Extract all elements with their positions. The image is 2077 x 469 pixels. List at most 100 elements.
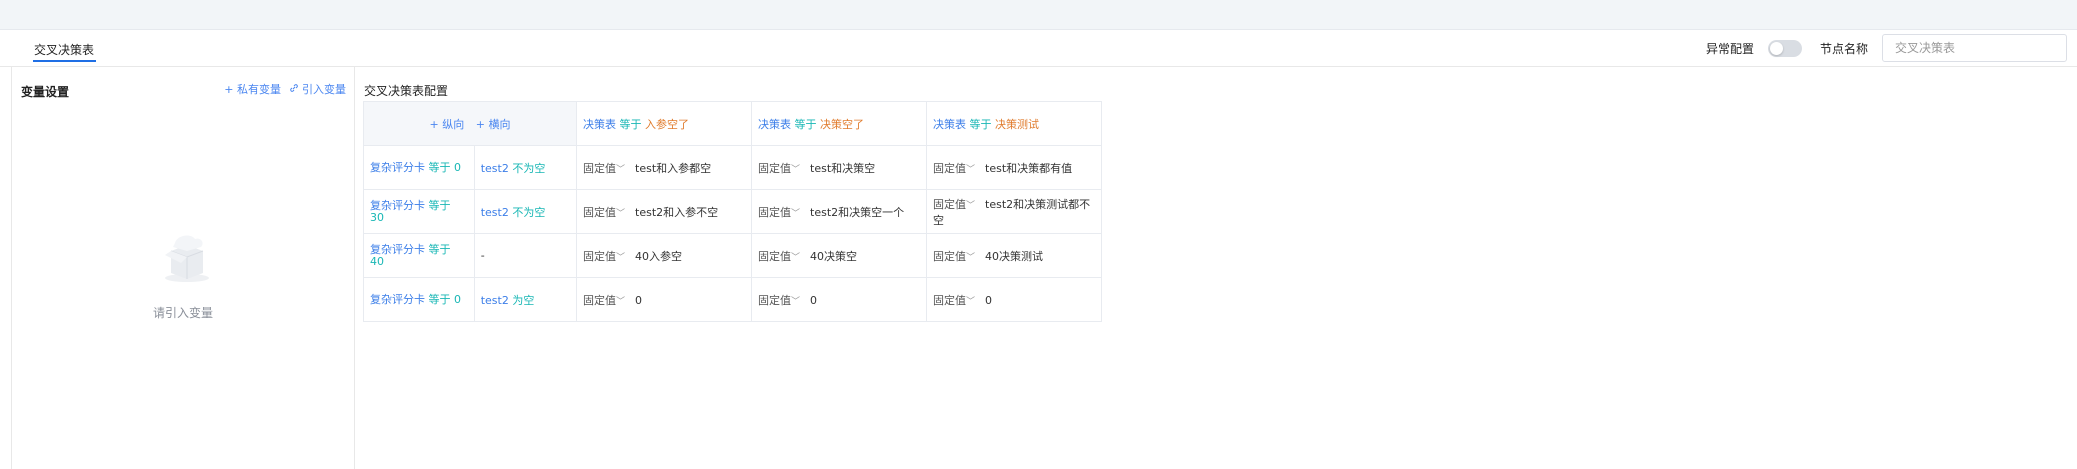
chevron-down-icon: ﹀ [966, 164, 976, 175]
column-header[interactable]: 决策表 等于 入参空了 [576, 101, 752, 146]
value-type-select[interactable]: 固定值﹀ [583, 294, 625, 307]
column-operator: 等于 [619, 117, 642, 131]
cell-value: 0 [635, 293, 643, 307]
toggle-knob [1769, 41, 1783, 55]
column-variable: 决策表 [933, 117, 966, 131]
row-variable: 复杂评分卡 [370, 160, 425, 174]
row-condition: 不为空 [512, 161, 546, 175]
value-type-label: 固定值 [758, 249, 791, 263]
value-cell[interactable]: 固定值﹀ test和入参都空 [576, 145, 752, 190]
cell-value: test和入参都空 [635, 161, 712, 175]
row-condition: - [480, 249, 485, 262]
row-number: 30 [370, 210, 384, 224]
empty-box-icon [157, 229, 217, 285]
active-tab-indicator [33, 60, 96, 62]
column-header[interactable]: 决策表 等于 决策空了 [751, 101, 927, 146]
row-condition-cell[interactable]: test2 不为空 [473, 145, 578, 190]
row-condition-cell[interactable]: test2 不为空 [473, 189, 578, 234]
value-cell[interactable]: 固定值﹀ test2和入参不空 [576, 189, 752, 234]
chevron-down-icon: ﹀ [616, 208, 626, 219]
exception-config-label: 异常配置 [1705, 41, 1754, 56]
value-type-select[interactable]: 固定值﹀ [933, 250, 975, 263]
table-row: 复杂评分卡 等于 40 - 固定值﹀ 40入参空 固定值﹀ 40决策空 固定值﹀ 40… [363, 233, 1102, 278]
row-condition: 为空 [512, 293, 535, 307]
value-cell[interactable]: 固定值﹀ 0 [576, 277, 752, 322]
value-type-label: 固定值 [933, 293, 966, 307]
add-horizontal-button[interactable]: + 横向 [476, 118, 511, 131]
value-cell[interactable]: 固定值﹀ test和决策都有值 [926, 145, 1102, 190]
row-variable-cell[interactable]: 复杂评分卡 等于 40 [363, 233, 475, 278]
value-type-select[interactable]: 固定值﹀ [933, 162, 975, 175]
value-type-label: 固定值 [933, 161, 966, 175]
value-type-select[interactable]: 固定值﹀ [933, 198, 975, 211]
variable-settings-panel: 变量设置 + 私有变量 引入变量 请引入变量 [11, 67, 355, 469]
tab-cross-decision-table[interactable]: 交叉决策表 [34, 41, 94, 58]
value-type-label: 固定值 [583, 293, 616, 307]
table-row: 复杂评分卡 等于 0 test2 不为空 固定值﹀ test和入参都空 固定值﹀ t… [363, 145, 1102, 190]
row-condition-variable: test2 [480, 205, 509, 219]
exception-config-toggle[interactable] [1767, 39, 1802, 57]
value-cell[interactable]: 固定值﹀ 0 [926, 277, 1102, 322]
value-type-label: 固定值 [758, 293, 791, 307]
column-value: 入参空了 [645, 117, 689, 131]
import-variable-button[interactable]: 引入变量 [289, 81, 346, 97]
cell-value: test和决策都有值 [985, 161, 1073, 175]
row-operator: 等于 [428, 160, 451, 174]
chevron-down-icon: ﹀ [791, 208, 801, 219]
row-number: 0 [454, 160, 461, 174]
column-operator: 等于 [969, 117, 992, 131]
add-private-variable-button[interactable]: + 私有变量 [224, 81, 281, 97]
value-cell[interactable]: 固定值﹀ 40入参空 [576, 233, 752, 278]
row-variable-cell[interactable]: 复杂评分卡 等于 0 [363, 145, 475, 190]
column-value: 决策空了 [820, 117, 864, 131]
node-name-label: 节点名称 [1819, 41, 1868, 56]
cell-value: 0 [810, 293, 818, 307]
value-cell[interactable]: 固定值﹀ 40决策测试 [926, 233, 1102, 278]
header-row: + 纵向 + 横向 决策表 等于 入参空了 决策表 等于 决策空了 决策表 等于… [363, 101, 1102, 146]
chevron-down-icon: ﹀ [791, 252, 801, 263]
row-number: 0 [454, 292, 461, 306]
value-cell[interactable]: 固定值﹀ test2和决策空一个 [751, 189, 927, 234]
cell-value: test2和决策空一个 [810, 205, 905, 219]
chevron-down-icon: ﹀ [616, 296, 626, 307]
top-header-bar [0, 0, 2077, 30]
node-tools: 异常配置 节点名称 [1706, 33, 2067, 63]
row-condition-cell[interactable]: - [473, 233, 578, 278]
row-operator: 等于 [428, 292, 451, 306]
value-type-label: 固定值 [758, 205, 791, 219]
value-type-label: 固定值 [933, 249, 966, 263]
chevron-down-icon: ﹀ [791, 164, 801, 175]
value-type-select[interactable]: 固定值﹀ [583, 162, 625, 175]
cell-value: test2和入参不空 [635, 205, 719, 219]
value-type-select[interactable]: 固定值﹀ [933, 294, 975, 307]
value-type-label: 固定值 [583, 205, 616, 219]
value-cell[interactable]: 固定值﹀ test2和决策测试都不空 [926, 189, 1102, 234]
chevron-down-icon: ﹀ [966, 252, 976, 263]
value-type-select[interactable]: 固定值﹀ [758, 206, 800, 219]
chevron-down-icon: ﹀ [791, 296, 801, 307]
value-cell[interactable]: 固定值﹀ 0 [751, 277, 927, 322]
value-type-select[interactable]: 固定值﹀ [758, 250, 800, 263]
table-row: 复杂评分卡 等于 30 test2 不为空 固定值﹀ test2和入参不空 固定值… [363, 189, 1102, 234]
node-name-input[interactable] [1882, 34, 2067, 62]
cell-value: 0 [985, 293, 993, 307]
row-variable-cell[interactable]: 复杂评分卡 等于 30 [363, 189, 475, 234]
value-type-select[interactable]: 固定值﹀ [758, 294, 800, 307]
row-condition-cell[interactable]: test2 为空 [473, 277, 578, 322]
column-variable: 决策表 [758, 117, 791, 131]
value-type-select[interactable]: 固定值﹀ [758, 162, 800, 175]
add-vertical-button[interactable]: + 纵向 [430, 118, 465, 131]
column-header[interactable]: 决策表 等于 决策测试 [926, 101, 1102, 146]
add-private-variable-label: + 私有变量 [224, 83, 281, 96]
value-cell[interactable]: 固定值﹀ test和决策空 [751, 145, 927, 190]
value-type-select[interactable]: 固定值﹀ [583, 250, 625, 263]
value-cell[interactable]: 固定值﹀ 40决策空 [751, 233, 927, 278]
cross-decision-table: + 纵向 + 横向 决策表 等于 入参空了 决策表 等于 决策空了 决策表 等于… [363, 101, 1102, 322]
value-type-label: 固定值 [583, 249, 616, 263]
value-type-select[interactable]: 固定值﹀ [583, 206, 625, 219]
cross-table-config-title: 交叉决策表配置 [364, 84, 449, 98]
cell-value: 40决策空 [810, 249, 858, 263]
row-variable-cell[interactable]: 复杂评分卡 等于 0 [363, 277, 475, 322]
row-operator: 等于 [428, 242, 451, 256]
variable-actions: + 私有变量 引入变量 [224, 81, 346, 97]
